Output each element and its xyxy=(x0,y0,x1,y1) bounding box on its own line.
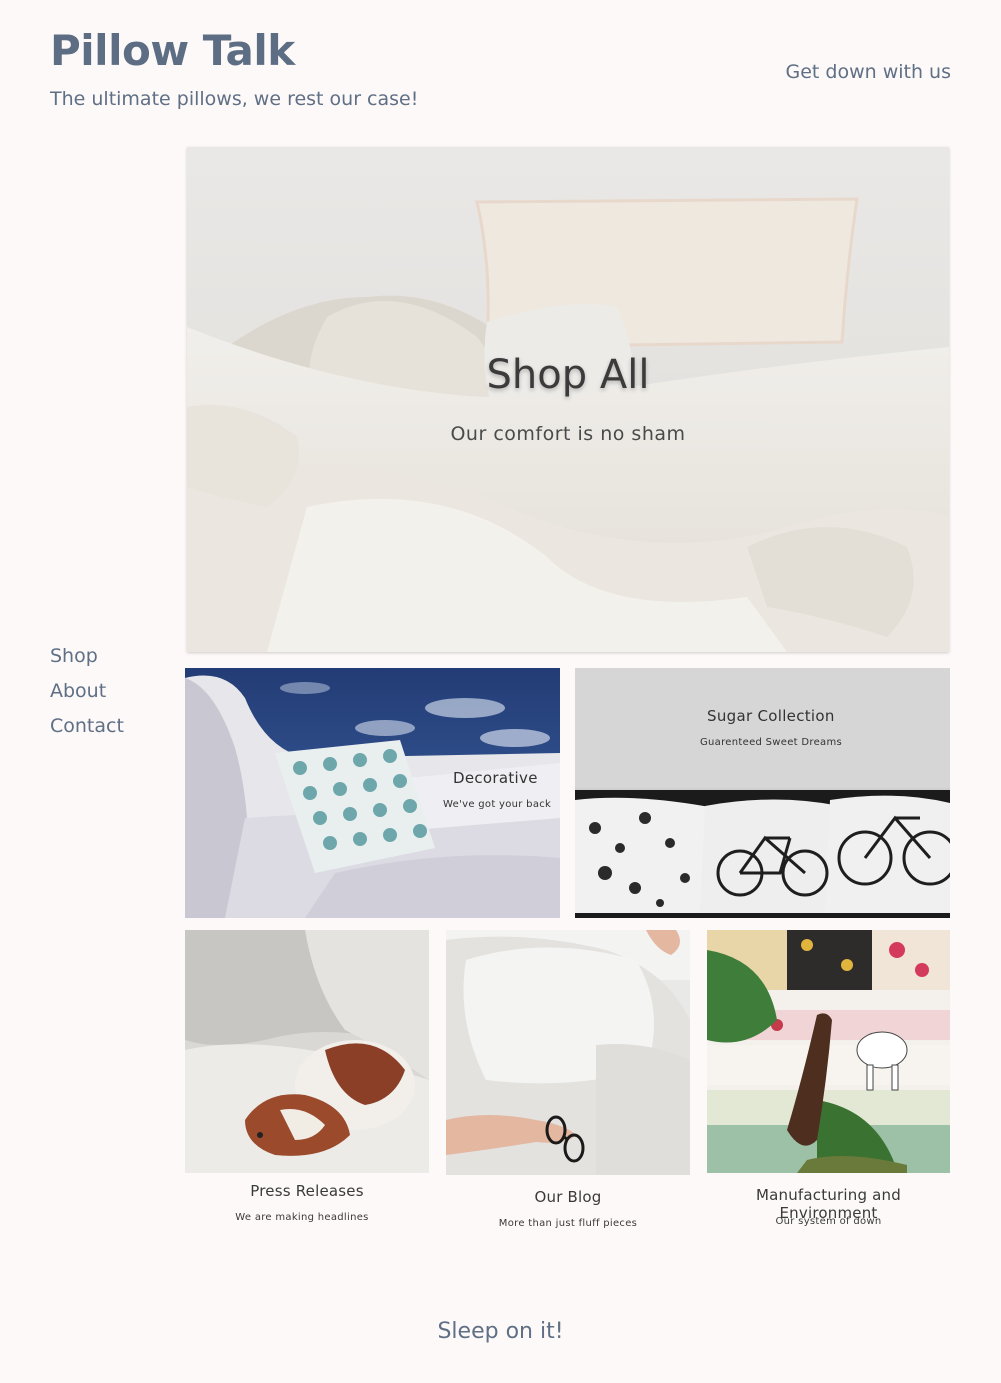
decorative-title: Decorative xyxy=(453,769,538,787)
get-down-with-us-link[interactable]: Get down with us xyxy=(786,61,952,83)
sugar-subtitle: Guarenteed Sweet Dreams xyxy=(700,737,843,748)
page: Pillow Talk The ultimate pillows, we res… xyxy=(0,0,1001,1383)
footer-text: Sleep on it! xyxy=(437,1319,564,1344)
sugar-collection-tile[interactable]: Sugar Collection Guarenteed Sweet Dreams xyxy=(575,668,950,918)
nav-item-contact[interactable]: Contact xyxy=(50,714,124,739)
manufacturing-subtitle: Our system of down xyxy=(775,1216,882,1227)
press-releases-image[interactable] xyxy=(185,930,429,1173)
nav-item-about[interactable]: About xyxy=(50,679,124,704)
hero-heading: Shop All xyxy=(486,352,650,398)
hero-subheading: Our comfort is no sham xyxy=(450,423,686,445)
bedding-photo xyxy=(187,147,949,652)
manufacturing-image[interactable] xyxy=(707,930,950,1173)
side-nav: Shop About Contact xyxy=(50,644,124,739)
shop-all-banner[interactable]: Shop All Our comfort is no sham xyxy=(187,147,949,652)
press-releases-subtitle: We are making headlines xyxy=(235,1212,369,1223)
our-blog-subtitle: More than just fluff pieces xyxy=(498,1218,638,1229)
site-title[interactable]: Pillow Talk xyxy=(50,26,295,75)
decorative-photo xyxy=(185,668,560,918)
sugar-photo xyxy=(575,668,950,918)
nav-item-shop[interactable]: Shop xyxy=(50,644,124,669)
our-blog-image[interactable] xyxy=(446,930,690,1175)
site-tagline: The ultimate pillows, we rest our case! xyxy=(50,88,419,110)
decorative-subtitle: We've got your back xyxy=(443,799,552,810)
our-blog-title[interactable]: Our Blog xyxy=(446,1188,690,1206)
decorative-collection-tile[interactable]: Decorative We've got your back xyxy=(185,668,560,918)
sugar-title: Sugar Collection xyxy=(707,707,835,725)
press-releases-title[interactable]: Press Releases xyxy=(185,1182,429,1200)
